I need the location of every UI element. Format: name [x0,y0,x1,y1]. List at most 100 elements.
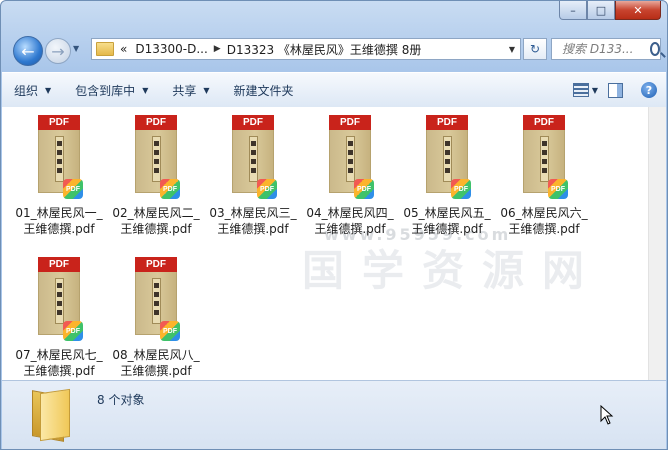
chevron-down-icon: ▼ [142,85,149,95]
recent-pages-button[interactable]: ▼ [73,44,79,53]
address-dropdown-button[interactable]: ▼ [504,45,520,54]
view-dropdown-button[interactable]: ▼ [592,86,598,95]
pdf-band-label: PDF [38,115,80,130]
file-item[interactable]: PDF PDF 04_林屋民风四_ 王维德撰.pdf [302,107,398,237]
search-icon[interactable] [650,42,660,56]
new-folder-button[interactable]: 新建文件夹 [222,78,306,102]
pdf-badge-label: PDF [163,185,177,193]
forward-button[interactable]: → [45,38,71,64]
pdf-thumbnail: PDF PDF [135,257,180,341]
watermark-text: 国学资源网 [302,246,603,295]
include-in-library-menu[interactable]: 包含到库中 ▼ [63,78,160,102]
breadcrumb-separator[interactable]: ▶ [214,44,221,54]
file-name: 03_林屋民风三_ 王维德撰.pdf [205,205,301,237]
pdf-app-icon: PDF [354,179,374,199]
book-title-slip [249,136,258,182]
file-item[interactable]: PDF PDF 02_林屋民风二_ 王维德撰.pdf [108,107,204,237]
file-name-line1: 08_林屋民风八_ [112,348,200,362]
pdf-band-label: PDF [426,115,468,130]
pdf-band-label: PDF [523,115,565,130]
file-name-line2: 王维德撰.pdf [314,222,386,236]
view-options-icon [572,83,589,97]
pdf-thumbnail: PDF PDF [232,115,277,199]
book-title-slip [540,136,549,182]
preview-pane-button[interactable] [604,79,626,101]
pdf-badge-label: PDF [454,185,468,193]
change-view-button[interactable] [570,79,592,101]
pdf-badge-label: PDF [163,327,177,335]
file-name-line1: 07_林屋民风七_ [15,348,103,362]
file-item[interactable]: PDF PDF 03_林屋民风三_ 王维德撰.pdf [205,107,301,237]
pdf-badge-label: PDF [551,185,565,193]
close-button[interactable]: ✕ [615,1,661,20]
details-pane: 8 个对象 [2,380,666,449]
file-name: 01_林屋民风一_ 王维德撰.pdf [11,205,107,237]
help-button[interactable]: ? [638,79,660,101]
file-item[interactable]: PDF PDF 07_林屋民风七_ 王维德撰.pdf [11,249,107,379]
file-item[interactable]: PDF PDF 05_林屋民风五_ 王维德撰.pdf [399,107,495,237]
pdf-band-label: PDF [232,115,274,130]
vertical-scrollbar[interactable] [648,107,666,380]
file-name-line2: 王维德撰.pdf [411,222,483,236]
explorer-window: – □ ✕ ← → ▼ « D13300-D... ▶ D13323 《林屋民风… [0,0,668,450]
search-box[interactable] [551,38,661,60]
file-name: 06_林屋民风六_ 王维德撰.pdf [496,205,592,237]
book-title-slip [55,136,64,182]
address-row: ← → ▼ « D13300-D... ▶ D13323 《林屋民风》王维德撰 … [9,35,661,66]
minimize-button[interactable]: – [559,1,587,20]
pdf-app-icon: PDF [160,321,180,341]
file-item[interactable]: PDF PDF 01_林屋民风一_ 王维德撰.pdf [11,107,107,237]
search-input[interactable] [560,41,648,57]
pdf-thumbnail: PDF PDF [135,115,180,199]
back-button[interactable]: ← [13,36,43,66]
pdf-app-icon: PDF [63,179,83,199]
organize-label: 组织 [14,83,39,98]
organize-menu[interactable]: 组织 ▼ [2,78,63,102]
share-label: 共享 [172,83,197,98]
pdf-badge-label: PDF [66,185,80,193]
pdf-band-label: PDF [135,115,177,130]
share-menu[interactable]: 共享 ▼ [160,78,221,102]
file-name-line2: 王维德撰.pdf [120,364,192,378]
book-title-slip [346,136,355,182]
pdf-badge-label: PDF [260,185,274,193]
file-name-line2: 王维德撰.pdf [508,222,580,236]
pdf-band-label: PDF [329,115,371,130]
pdf-app-icon: PDF [548,179,568,199]
pdf-thumbnail: PDF PDF [329,115,374,199]
preview-pane-icon [607,82,623,98]
file-name-line2: 王维德撰.pdf [23,364,95,378]
file-name-line1: 05_林屋民风五_ [403,206,491,220]
file-name: 05_林屋民风五_ 王维德撰.pdf [399,205,495,237]
breadcrumb-current[interactable]: D13323 《林屋民风》王维德撰 8册 [227,41,422,58]
file-name-line1: 01_林屋民风一_ [15,206,103,220]
pdf-thumbnail: PDF PDF [426,115,471,199]
refresh-button[interactable]: ↻ [523,38,547,60]
pdf-band-label: PDF [135,257,177,272]
file-name-line1: 02_林屋民风二_ [112,206,200,220]
file-name-line1: 04_林屋民风四_ [306,206,394,220]
folder-icon [96,42,114,56]
file-name-line1: 03_林屋民风三_ [209,206,297,220]
address-overflow-button[interactable]: « [120,42,127,56]
item-count: 8 个对象 [97,393,145,407]
pdf-app-icon: PDF [451,179,471,199]
file-name: 02_林屋民风二_ 王维德撰.pdf [108,205,204,237]
pdf-app-icon: PDF [63,321,83,341]
file-list: 国学资源网 www.95959.com PDF PDF 01_林屋民风一_ 王维德撰… [2,107,666,380]
command-bar: 组织 ▼ 包含到库中 ▼ 共享 ▼ 新建文件夹 ▼ ? [2,72,666,108]
maximize-button[interactable]: □ [587,1,615,20]
book-title-slip [443,136,452,182]
file-name: 04_林屋民风四_ 王维德撰.pdf [302,205,398,237]
pdf-app-icon: PDF [257,179,277,199]
file-name-line1: 06_林屋民风六_ [500,206,588,220]
pdf-thumbnail: PDF PDF [38,257,83,341]
address-bar[interactable]: « D13300-D... ▶ D13323 《林屋民风》王维德撰 8册 ▼ [91,38,521,60]
pdf-band-label: PDF [38,257,80,272]
pdf-thumbnail: PDF PDF [523,115,568,199]
file-item[interactable]: PDF PDF 06_林屋民风六_ 王维德撰.pdf [496,107,592,237]
breadcrumb-parent[interactable]: D13300-D... [135,42,207,56]
pdf-badge-label: PDF [66,327,80,335]
file-item[interactable]: PDF PDF 08_林屋民风八_ 王维德撰.pdf [108,249,204,379]
file-name-line2: 王维德撰.pdf [23,222,95,236]
